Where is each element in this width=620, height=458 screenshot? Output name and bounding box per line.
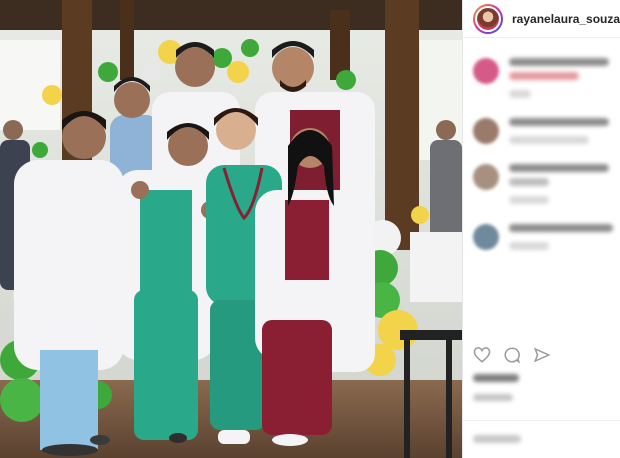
comment-item: [473, 224, 613, 256]
add-comment-field[interactable]: [463, 420, 620, 458]
comment-item: [473, 58, 610, 104]
comment-icon[interactable]: [503, 346, 521, 364]
share-icon[interactable]: [533, 346, 551, 364]
commenter-avatar[interactable]: [473, 118, 499, 144]
post-sidebar: rayanelaura_souza • Se: [462, 0, 620, 458]
post-date: [473, 394, 513, 401]
commenter-avatar[interactable]: [473, 164, 499, 190]
commenter-avatar[interactable]: [473, 224, 499, 250]
group-photo-image: [0, 0, 462, 458]
heart-icon[interactable]: [473, 346, 491, 364]
author-username[interactable]: rayanelaura_souza: [512, 12, 620, 26]
post-header: rayanelaura_souza • Se: [463, 0, 620, 38]
post-actions: [473, 346, 551, 364]
comments-list: [463, 38, 620, 256]
post-photo[interactable]: [0, 0, 462, 458]
likes-count[interactable]: [473, 374, 519, 382]
comment-item: [473, 164, 610, 210]
author-avatar[interactable]: [473, 3, 503, 34]
commenter-avatar[interactable]: [473, 58, 499, 84]
comment-item: [473, 118, 610, 150]
